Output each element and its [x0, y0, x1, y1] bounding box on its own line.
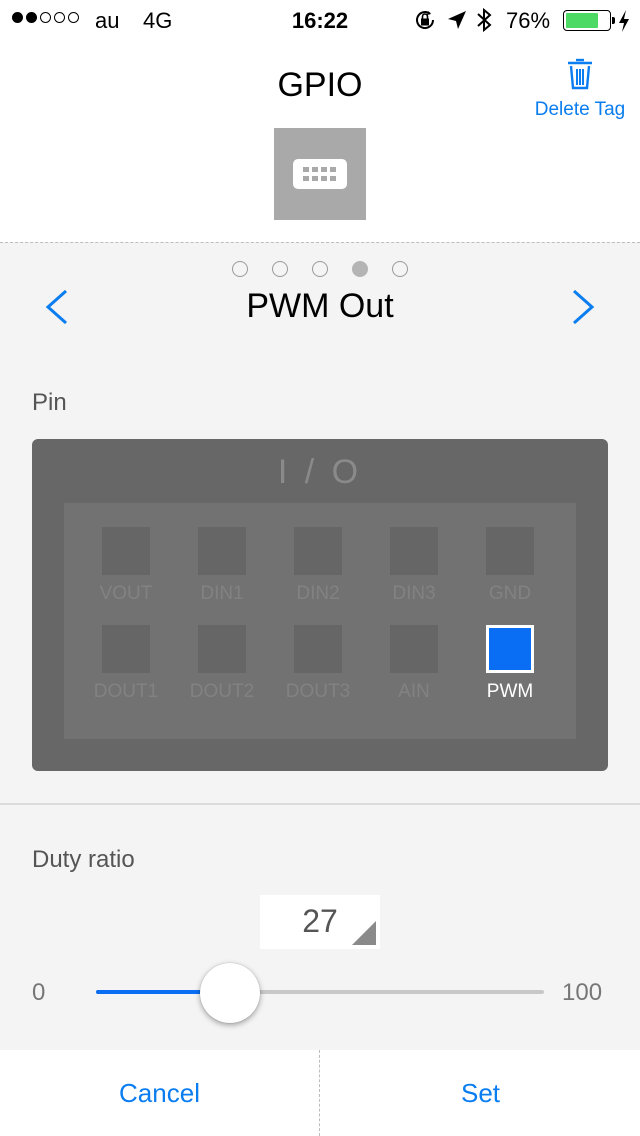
pin-label: DIN2 [296, 583, 340, 604]
tag-image [274, 128, 366, 220]
duty-ratio-label: Duty ratio [32, 846, 135, 873]
button-separator [319, 1050, 320, 1136]
page-indicator [0, 261, 640, 277]
io-pin-selector: I / O VOUT DIN1 DIN2 DIN3 GND DOUT1 DOUT… [32, 439, 608, 771]
pin-label: PWM [486, 681, 534, 702]
page-dot[interactable] [392, 261, 408, 277]
location-arrow-icon [448, 11, 466, 29]
bluetooth-icon [477, 7, 492, 33]
io-title: I / O [277, 453, 363, 491]
pin-grid: VOUT DIN1 DIN2 DIN3 GND DOUT1 DOUT2 DOUT… [64, 503, 576, 739]
section-divider [0, 803, 640, 805]
pin-label: DIN1 [200, 583, 244, 604]
duty-slider-thumb[interactable] [200, 963, 261, 1023]
pin-gnd[interactable]: GND [462, 527, 558, 605]
action-bar: Cancel Set [0, 1050, 640, 1136]
page-dot-active[interactable] [352, 261, 368, 277]
pin-label: GND [488, 583, 532, 604]
delete-tag-label: Delete Tag [534, 99, 626, 120]
orientation-lock-icon [416, 11, 435, 29]
signal-strength-icon [12, 12, 79, 23]
pin-section-label: Pin [32, 389, 67, 416]
battery-icon [563, 10, 615, 31]
slider-min-label: 0 [32, 979, 46, 1006]
keyboard-icon [293, 159, 347, 189]
pin-label: DOUT3 [285, 681, 351, 702]
pin-pwm[interactable]: PWM [462, 625, 558, 703]
pin-din2[interactable]: DIN2 [270, 527, 366, 605]
page-dot[interactable] [272, 261, 288, 277]
set-button[interactable]: Set [321, 1050, 640, 1136]
page-dot[interactable] [232, 261, 248, 277]
pin-vout[interactable]: VOUT [78, 527, 174, 605]
carrier-label: au [95, 8, 120, 33]
status-bar: au 4G 16:22 76% [0, 0, 640, 40]
pin-dout2[interactable]: DOUT2 [174, 625, 270, 703]
page-dot[interactable] [312, 261, 328, 277]
pin-din3[interactable]: DIN3 [366, 527, 462, 605]
cancel-button[interactable]: Cancel [0, 1050, 319, 1136]
pin-dout3[interactable]: DOUT3 [270, 625, 366, 703]
charging-bolt-icon [619, 10, 629, 32]
pin-label: DOUT1 [93, 681, 159, 702]
pin-label: DOUT2 [189, 681, 255, 702]
pin-din1[interactable]: DIN1 [174, 527, 270, 605]
slider-max-label: 100 [562, 979, 603, 1006]
pin-dout1[interactable]: DOUT1 [78, 625, 174, 703]
mode-title: PWM Out [246, 287, 394, 325]
dropdown-corner-icon [352, 921, 376, 945]
pin-ain[interactable]: AIN [366, 625, 462, 703]
network-type-label: 4G [143, 8, 173, 33]
delete-tag-button[interactable]: Delete Tag [528, 56, 632, 121]
duty-value-field[interactable]: 27 [260, 895, 380, 949]
battery-percent: 76% [506, 8, 551, 33]
pin-label: VOUT [99, 583, 153, 604]
next-mode-button[interactable] [562, 285, 606, 329]
duty-slider-track[interactable] [96, 990, 544, 994]
trash-icon [568, 58, 592, 90]
chevron-right-icon [573, 289, 595, 325]
settings-panel: PWM Out Pin I / O VOUT DIN1 DIN2 DIN3 GN… [0, 242, 640, 1050]
pin-label: AIN [398, 681, 430, 702]
pin-label: DIN3 [392, 583, 436, 604]
